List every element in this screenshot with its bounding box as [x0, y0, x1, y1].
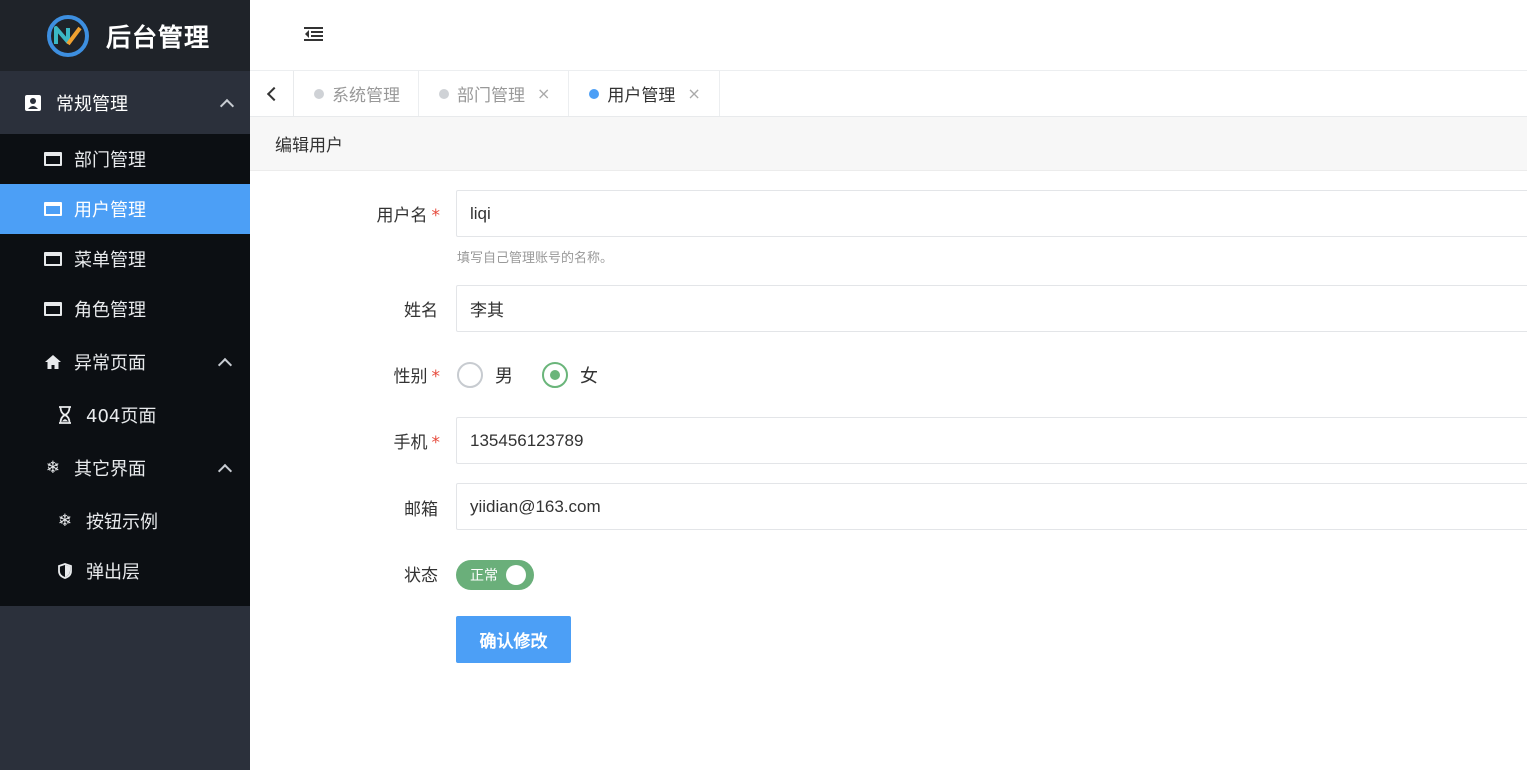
sidebar-item-label: 角色管理: [74, 300, 146, 321]
tab-label: 系统管理: [332, 86, 400, 106]
chevron-up-icon: [217, 463, 233, 479]
tab-dot: [589, 88, 600, 99]
tab-label: 用户管理: [607, 86, 676, 106]
contact-card-icon: [24, 94, 42, 112]
window-icon: [44, 202, 62, 216]
shield-icon: [56, 563, 74, 579]
submenu: 部门管理 用户管理 菜单管理 角色管理 异常页面 404页面 ❄ 其它界面 ❄ …: [0, 134, 250, 606]
page-title: 编辑用户: [275, 136, 343, 156]
phone-input[interactable]: 135456123789: [456, 417, 1527, 464]
radio-circle: [457, 362, 483, 388]
phone-label: 手机 *: [393, 433, 441, 453]
window-icon: [44, 302, 62, 316]
logo-icon: [47, 14, 89, 57]
tab-system[interactable]: 系统管理: [294, 71, 419, 116]
sidebar-item-404[interactable]: 404页面: [0, 390, 250, 440]
status-toggle[interactable]: 正常: [456, 560, 534, 590]
name-label: 姓名: [404, 301, 438, 321]
email-input[interactable]: yiidian@163.com: [456, 483, 1527, 530]
required-mark: *: [431, 433, 441, 453]
required-mark: *: [431, 367, 441, 387]
sidebar-item-department[interactable]: 部门管理: [0, 134, 250, 184]
window-icon: [44, 252, 62, 266]
sidebar: 后台管理 常规管理 部门管理 用户管理 菜单管理 角色管理 异常页面 404页面…: [0, 0, 250, 770]
gender-radio-female[interactable]: 女: [542, 362, 598, 388]
sidebar-item-label: 部门管理: [74, 150, 146, 171]
radio-label: 女: [580, 366, 598, 387]
sidebar-item-label: 按钮示例: [86, 512, 158, 533]
toggle-knob: [506, 565, 526, 585]
sidebar-group-error-pages[interactable]: 异常页面: [0, 334, 250, 390]
sidebar-group-other[interactable]: ❄ 其它界面: [0, 440, 250, 496]
home-icon: [44, 354, 62, 370]
sidebar-item-users[interactable]: 用户管理: [0, 184, 250, 234]
sidebar-item-buttons[interactable]: ❄ 按钮示例: [0, 496, 250, 546]
sidebar-group-label: 常规管理: [56, 93, 128, 115]
username-hint: 填写自己管理账号的名称。: [457, 251, 614, 266]
logo-area[interactable]: 后台管理: [0, 0, 250, 71]
tab-label: 部门管理: [457, 86, 525, 106]
sidebar-group-label: 其它界面: [74, 459, 146, 480]
snowflake-icon: ❄: [45, 458, 61, 478]
name-input[interactable]: 李其: [456, 285, 1527, 332]
sidebar-item-menu[interactable]: 菜单管理: [0, 234, 250, 284]
radio-label: 男: [495, 366, 513, 387]
close-icon[interactable]: ×: [687, 84, 700, 103]
tab-dot: [439, 88, 449, 99]
chevron-up-icon: [219, 98, 235, 113]
email-label: 邮箱: [404, 500, 438, 520]
tab-bar: 系统管理 部门管理 × 用户管理 ×: [250, 71, 1527, 117]
sidebar-item-roles[interactable]: 角色管理: [0, 284, 250, 334]
toggle-label: 正常: [470, 568, 498, 584]
status-label: 状态: [404, 566, 438, 586]
card-title: 编辑用户: [250, 117, 1527, 171]
tab-dot: [314, 88, 324, 99]
username-input[interactable]: liqi: [456, 190, 1527, 237]
snowflake-icon: ❄: [57, 511, 73, 531]
gender-label: 性别 *: [393, 367, 441, 387]
tab-department[interactable]: 部门管理 ×: [419, 71, 570, 116]
close-icon[interactable]: ×: [537, 84, 550, 103]
radio-circle: [542, 362, 568, 388]
hourglass-icon: [56, 406, 74, 424]
sidebar-group-label: 异常页面: [74, 353, 146, 374]
confirm-edit-button[interactable]: 确认修改: [456, 616, 571, 663]
chevron-up-icon: [217, 357, 233, 373]
tab-users[interactable]: 用户管理 ×: [569, 71, 720, 116]
sidebar-item-popup[interactable]: 弹出层: [0, 546, 250, 606]
app-title: 后台管理: [106, 22, 211, 52]
sidebar-item-label: 菜单管理: [74, 250, 146, 271]
gender-radio-male[interactable]: 男: [457, 362, 513, 388]
top-header: [250, 0, 1527, 71]
sidebar-item-label: 用户管理: [74, 200, 146, 221]
sidebar-item-label: 弹出层: [86, 562, 140, 583]
username-label: 用户名 *: [376, 206, 441, 226]
sidebar-toggle-icon[interactable]: [304, 26, 324, 42]
sidebar-group-general[interactable]: 常规管理: [0, 71, 250, 134]
required-mark: *: [431, 206, 441, 226]
tab-scroll-left-button[interactable]: [250, 71, 294, 116]
window-icon: [44, 152, 62, 166]
sidebar-item-label: 404页面: [86, 406, 157, 427]
chevron-left-icon: [266, 86, 281, 101]
